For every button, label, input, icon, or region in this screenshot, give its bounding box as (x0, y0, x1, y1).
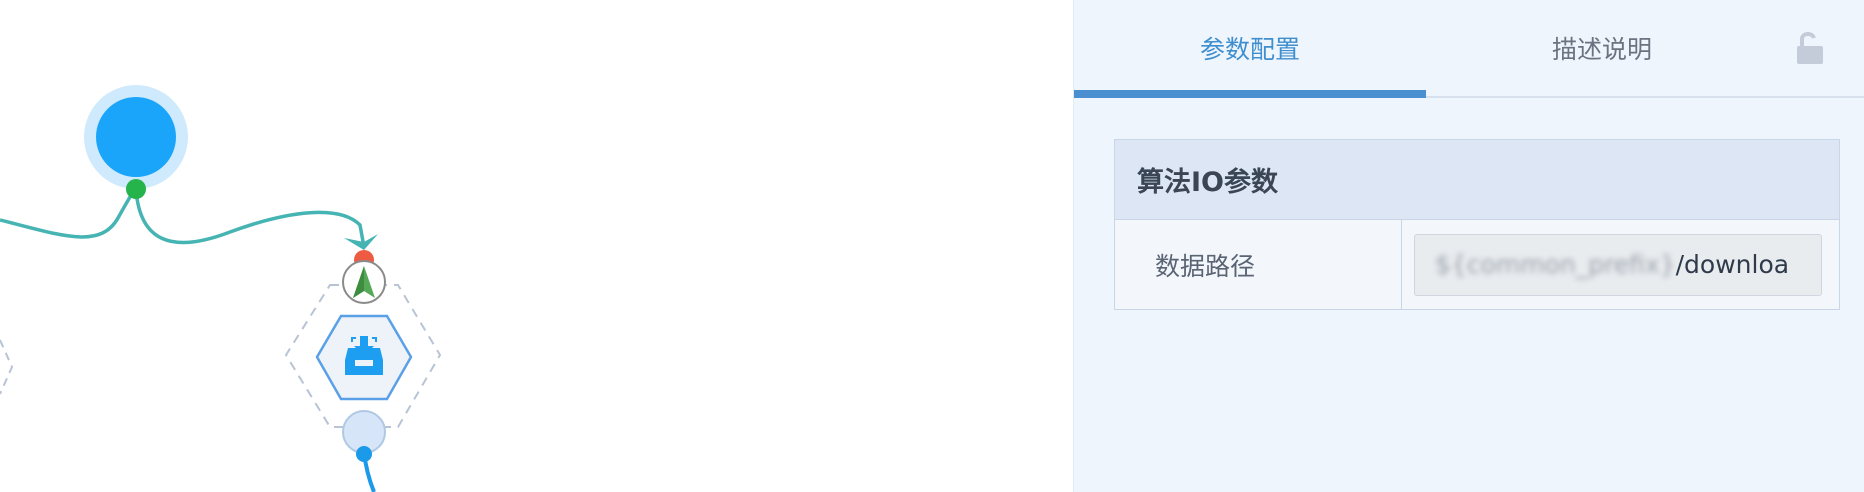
tab-description[interactable]: 描述说明 (1426, 0, 1778, 96)
io-params-table: 算法IO参数 数据路径 ${common_prefix}/downloa (1114, 139, 1840, 310)
edge-left-to-start[interactable] (0, 186, 138, 239)
unlock-icon[interactable] (1794, 30, 1826, 66)
tab-parameter-config-label: 参数配置 (1199, 35, 1300, 64)
tab-description-label: 描述说明 (1551, 35, 1652, 64)
panel-tabs: 参数配置 描述说明 (1074, 0, 1864, 98)
start-node-output-port[interactable] (126, 179, 146, 199)
config-panel: 参数配置 描述说明 算法IO参数 数据路径 ${common_prefix}/d… (1073, 0, 1864, 492)
component-output-link-dot (356, 446, 372, 462)
edge-start-to-component[interactable] (134, 189, 366, 248)
param-row-data-path: 数据路径 ${common_prefix}/downloa (1115, 220, 1839, 309)
data-path-input[interactable]: ${common_prefix}/downloa (1414, 233, 1822, 296)
active-tab-indicator (1074, 90, 1426, 98)
data-path-visible-suffix: /downloa (1675, 250, 1790, 279)
data-path-label: 数据路径 (1115, 220, 1402, 309)
data-path-blurred-prefix: ${common_prefix} (1435, 250, 1676, 279)
tab-parameter-config[interactable]: 参数配置 (1074, 0, 1426, 96)
workflow-canvas[interactable] (0, 0, 1073, 492)
left-node-outline (0, 339, 14, 395)
start-node[interactable] (96, 97, 176, 177)
data-path-value-cell: ${common_prefix}/downloa (1402, 220, 1839, 309)
workflow-graph (0, 85, 442, 492)
io-params-title: 算法IO参数 (1115, 140, 1839, 220)
